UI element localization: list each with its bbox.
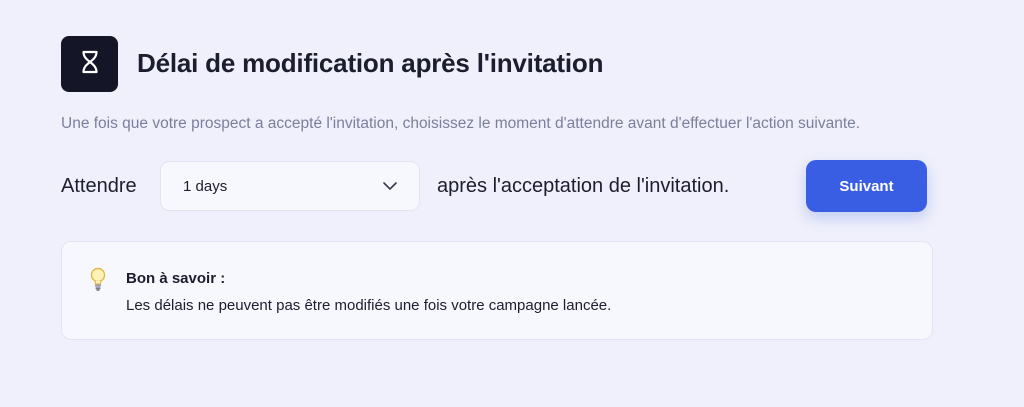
lightbulb-icon — [90, 267, 106, 298]
hourglass-icon — [81, 50, 99, 79]
hourglass-tile — [61, 36, 118, 92]
wait-label: Attendre — [61, 175, 137, 197]
page-title: Délai de modification après l'invitation — [137, 48, 604, 78]
info-text: Les délais ne peuvent pas être modifiés … — [126, 297, 612, 314]
delay-select-value: 1 days — [183, 177, 228, 195]
chevron-down-icon — [383, 177, 397, 195]
after-acceptance-label: après l'acceptation de l'invitation. — [437, 175, 730, 197]
info-card: Bon à savoir : Les délais ne peuvent pas… — [61, 241, 933, 340]
page-subtitle: Une fois que votre prospect a accepté l'… — [61, 115, 861, 132]
info-title: Bon à savoir : — [126, 270, 226, 287]
next-button[interactable]: Suivant — [806, 160, 927, 212]
delay-select[interactable]: 1 days — [160, 161, 420, 211]
